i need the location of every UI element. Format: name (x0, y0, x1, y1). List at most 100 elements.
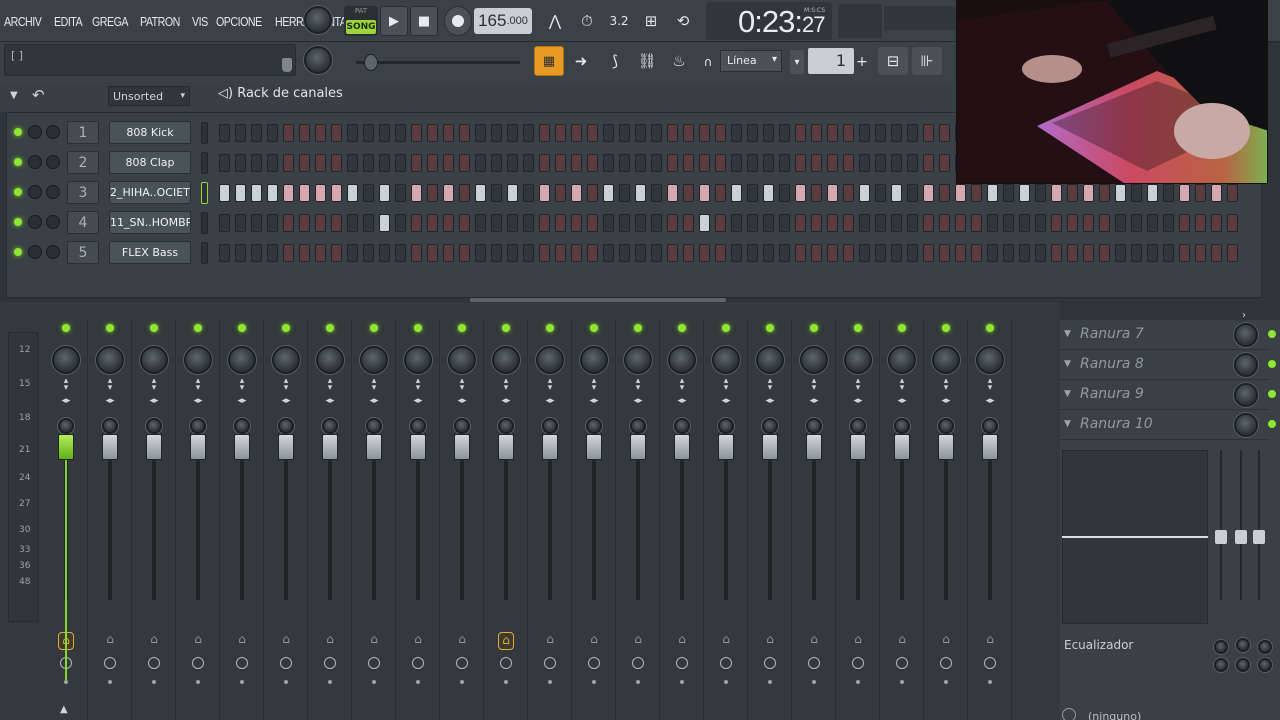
eq-low-fader[interactable] (1215, 530, 1227, 544)
track-enable-led[interactable] (590, 324, 598, 332)
step-button[interactable] (459, 214, 470, 232)
step-button[interactable] (331, 214, 342, 232)
slot-enable-led[interactable] (1268, 330, 1276, 338)
route-dot[interactable] (504, 680, 508, 684)
step-button[interactable] (667, 244, 678, 262)
stereo-separation-icon[interactable]: ▴ ▾ (938, 377, 954, 393)
step-button[interactable] (539, 214, 550, 232)
route-dot[interactable] (64, 680, 68, 684)
step-button[interactable] (939, 124, 950, 142)
volume-fader[interactable] (630, 434, 646, 460)
step-button[interactable] (539, 184, 550, 202)
step-button[interactable] (475, 124, 486, 142)
track-enable-led[interactable] (150, 324, 158, 332)
step-button[interactable] (891, 124, 902, 142)
track-pan-knob[interactable] (316, 346, 344, 374)
track-stereo-knob[interactable] (322, 418, 338, 434)
volume-fader[interactable] (982, 434, 998, 460)
stereo-separation-icon[interactable]: ▴ ▾ (806, 377, 822, 393)
step-button[interactable] (331, 184, 342, 202)
step-button[interactable] (507, 244, 518, 262)
step-button[interactable] (1131, 214, 1142, 232)
step-button[interactable] (523, 124, 534, 142)
latency-clock-icon[interactable] (940, 657, 952, 669)
swap-icon[interactable]: ◂▸ (146, 397, 162, 406)
eq-knob[interactable] (1258, 640, 1272, 654)
step-button[interactable] (667, 184, 678, 202)
stereo-separation-icon[interactable]: ▴ ▾ (190, 377, 206, 393)
volume-fader[interactable] (498, 434, 514, 460)
step-button[interactable] (363, 124, 374, 142)
volume-fader[interactable] (586, 434, 602, 460)
volume-fader[interactable] (410, 434, 426, 460)
menu-archivo[interactable]: ARCHIV (4, 14, 42, 29)
step-button[interactable] (635, 214, 646, 232)
channel-rack-view-button[interactable]: ▦ (534, 46, 564, 76)
record-arm-icon[interactable]: ⌂ (894, 632, 910, 650)
channel-name-button[interactable]: 2_HIHA..OCIETY (109, 181, 191, 204)
eq-knob[interactable] (1214, 658, 1228, 672)
mixer-insert-track[interactable]: ▴ ▾ ◂▸ ⌂ (396, 320, 440, 720)
track-pan-knob[interactable] (536, 346, 564, 374)
step-button[interactable] (1051, 244, 1062, 262)
step-button[interactable] (523, 214, 534, 232)
step-button[interactable] (683, 184, 694, 202)
volume-fader-track[interactable] (196, 450, 200, 600)
step-button[interactable] (907, 124, 918, 142)
record-arm-icon[interactable]: ⌂ (454, 632, 470, 650)
step-button[interactable] (779, 124, 790, 142)
volume-fader-track[interactable] (372, 450, 376, 600)
stamp-icon[interactable]: ♨ (664, 47, 694, 75)
step-button[interactable] (987, 244, 998, 262)
step-button[interactable] (427, 154, 438, 172)
step-button[interactable] (539, 124, 550, 142)
step-button[interactable] (1211, 214, 1222, 232)
volume-fader-track[interactable] (328, 450, 332, 600)
step-button[interactable] (907, 214, 918, 232)
volume-fader[interactable] (718, 434, 734, 460)
step-button[interactable] (971, 244, 982, 262)
step-button[interactable] (315, 124, 326, 142)
step-button[interactable] (763, 124, 774, 142)
effect-slot[interactable]: ▼ Ranura 9 (1060, 380, 1276, 410)
step-button[interactable] (539, 244, 550, 262)
swap-icon[interactable]: ◂▸ (58, 397, 74, 406)
step-button[interactable] (267, 244, 278, 262)
step-button[interactable] (1179, 244, 1190, 262)
channel-volume-knob[interactable] (46, 245, 60, 259)
step-button[interactable] (507, 214, 518, 232)
slide-tool-icon[interactable]: ⟆ (600, 47, 630, 75)
step-button[interactable] (1003, 184, 1014, 202)
volume-fader[interactable] (190, 434, 206, 460)
track-enable-led[interactable] (194, 324, 202, 332)
step-button[interactable] (555, 214, 566, 232)
step-button[interactable] (491, 154, 502, 172)
track-enable-led[interactable] (942, 324, 950, 332)
step-button[interactable] (587, 244, 598, 262)
step-button[interactable] (923, 184, 934, 202)
swap-icon[interactable]: ◂▸ (630, 397, 646, 406)
channel-mute-led[interactable] (14, 218, 22, 226)
swap-icon[interactable]: ◂▸ (190, 397, 206, 406)
record-arm-icon[interactable]: ⌂ (630, 632, 646, 650)
track-stereo-knob[interactable] (366, 418, 382, 434)
step-button[interactable] (1179, 214, 1190, 232)
step-button[interactable] (283, 214, 294, 232)
volume-fader[interactable] (850, 434, 866, 460)
channel-name-button[interactable]: 11_SN..HOMBRE (109, 211, 191, 234)
step-button[interactable] (267, 154, 278, 172)
step-button[interactable] (1147, 184, 1158, 202)
step-button[interactable] (811, 244, 822, 262)
step-button[interactable] (363, 214, 374, 232)
step-button[interactable] (347, 214, 358, 232)
step-button[interactable] (699, 124, 710, 142)
step-button[interactable] (1099, 214, 1110, 232)
swap-icon[interactable]: ◂▸ (718, 397, 734, 406)
step-button[interactable] (1195, 214, 1206, 232)
step-button[interactable] (1163, 184, 1174, 202)
mixer-insert-track[interactable]: ▴ ▾ ◂▸ ⌂ (616, 320, 660, 720)
step-button[interactable] (427, 244, 438, 262)
step-button[interactable] (795, 154, 806, 172)
mixer-insert-track[interactable]: ▴ ▾ ◂▸ ⌂ (484, 320, 528, 720)
mixer-master-track[interactable]: ▴▾◂▸⌂ (44, 320, 88, 720)
